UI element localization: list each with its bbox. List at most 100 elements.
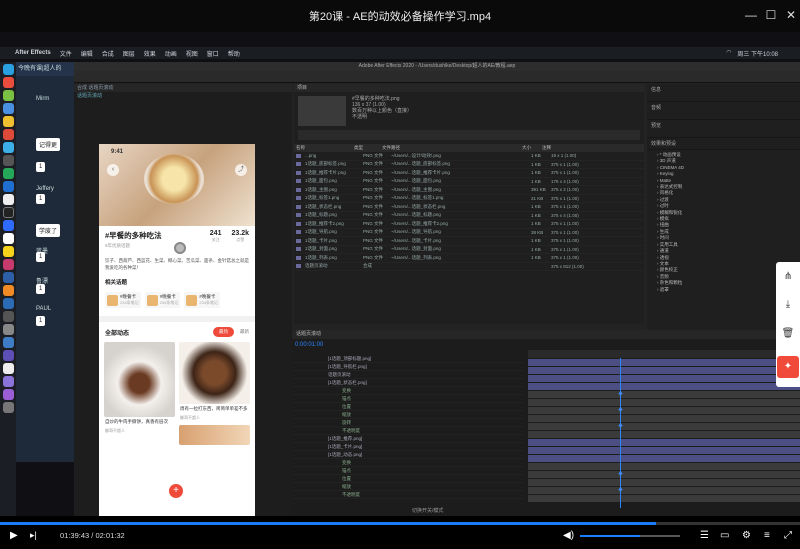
layer-property[interactable]: 位置 xyxy=(292,475,524,483)
dock-app-icon[interactable] xyxy=(2,207,14,218)
layer-row[interactable]: [1话题_动态.png] xyxy=(292,451,524,459)
feed-card[interactable]: 周有一拉打东西，简简单单差不多 御哥不超人 xyxy=(179,342,250,445)
layer-property[interactable]: 不透明度 xyxy=(292,427,524,435)
maximize-icon[interactable]: ☐ xyxy=(762,8,780,22)
dock-app-icon[interactable] xyxy=(2,350,14,361)
layer-property[interactable]: 位置 xyxy=(292,403,524,411)
project-file-row[interactable]: 1话题_标题.png PNG 文件 ~/Users/...话题_标题.png 1 KB… xyxy=(294,212,644,220)
label-color-swatch[interactable] xyxy=(296,153,301,158)
back-icon[interactable]: ‹ xyxy=(107,164,119,176)
project-file-row[interactable]: 话题页滚动 合成 375 x 812 (1.00) xyxy=(294,263,644,271)
layer-duration-bar[interactable] xyxy=(528,431,800,438)
menu-comp[interactable]: 合成 xyxy=(102,49,114,58)
info-panel[interactable]: 信息 xyxy=(647,84,800,102)
dock-app-icon[interactable] xyxy=(2,168,14,179)
layer-property[interactable]: 锚点 xyxy=(292,467,524,475)
layer-property[interactable]: 变换 xyxy=(292,387,524,395)
timeline-tracks[interactable] xyxy=(528,350,800,510)
project-file-row[interactable]: 1话题_封面.png PNG 文件 ~/Users/...话题_封面.png 1 KB… xyxy=(294,246,644,254)
layer-duration-bar[interactable] xyxy=(528,495,800,502)
menu-effect[interactable]: 效果 xyxy=(144,49,156,58)
label-color-swatch[interactable] xyxy=(296,162,301,167)
video-frame[interactable]: After Effects 文件 编辑 合成 图层 效果 动画 视图 窗口 帮助… xyxy=(0,32,800,516)
sort-new-button[interactable]: 最新 xyxy=(240,329,249,335)
speed-icon[interactable]: ≡ xyxy=(764,530,770,541)
app-name[interactable]: After Effects xyxy=(15,50,51,56)
related-card[interactable]: #晚餐卡 234条笔记 xyxy=(184,292,221,308)
play-icon[interactable]: ▶ xyxy=(10,530,18,541)
menu-animation[interactable]: 动画 xyxy=(165,49,177,58)
trash-icon[interactable] xyxy=(2,402,14,413)
skip-next-icon[interactable]: ▸| xyxy=(30,530,37,541)
menu-layer[interactable]: 图层 xyxy=(123,49,135,58)
col-comment[interactable]: 注释 xyxy=(542,145,602,151)
project-file-row[interactable]: 1话题_推荐卡片.png PNG 文件 ~/Users/...话题_推荐卡片.png… xyxy=(294,169,644,178)
layer-row[interactable]: [1话题_卡片.png] xyxy=(292,443,524,451)
layer-row[interactable]: [1话题_顶部标题.png] xyxy=(292,355,524,363)
dock-app-icon[interactable] xyxy=(2,116,14,127)
label-color-swatch[interactable] xyxy=(296,230,301,235)
label-color-swatch[interactable] xyxy=(296,221,301,226)
col-name[interactable]: 名称 xyxy=(294,145,354,151)
related-card[interactable]: #晚餐卡 234条笔记 xyxy=(105,292,141,308)
dock-app-icon[interactable] xyxy=(2,142,14,153)
col-path[interactable]: 文件路径 xyxy=(382,145,522,151)
minimize-icon[interactable]: — xyxy=(742,8,760,22)
layer-duration-bar[interactable] xyxy=(528,447,800,454)
dock-app-icon[interactable] xyxy=(2,194,14,205)
col-size[interactable]: 大小 xyxy=(522,145,542,151)
label-color-swatch[interactable] xyxy=(296,213,301,218)
share-icon[interactable]: ⋔ xyxy=(784,271,792,282)
label-color-swatch[interactable] xyxy=(296,179,301,184)
composition-panel[interactable]: 合成 话题页滚动 话题页滚动 9:41 ‹ ⤴ #早餐的多种吃法 6年优质话题 … xyxy=(74,84,292,516)
layer-row[interactable]: [1话题_导航栏.png] xyxy=(292,363,524,371)
dock-app-icon[interactable] xyxy=(2,324,14,335)
menu-view[interactable]: 视图 xyxy=(186,49,198,58)
layer-property[interactable]: 旋转 xyxy=(292,419,524,427)
layer-duration-bar[interactable] xyxy=(528,487,800,494)
timeline-tab[interactable]: 话题页滚动 xyxy=(292,330,800,339)
effects-panel-title[interactable]: 效果和预设 xyxy=(647,138,800,150)
progress-bar[interactable] xyxy=(0,522,800,525)
delete-icon[interactable]: 🗑 xyxy=(782,328,795,339)
label-color-swatch[interactable] xyxy=(296,247,301,252)
dock-app-icon[interactable] xyxy=(2,337,14,348)
project-file-row[interactable]: 1话题_标签1.png PNG 文件 ~/Users/...话题_标签1.png 21… xyxy=(294,195,644,203)
dock-app-icon[interactable] xyxy=(2,363,14,374)
illustrator-icon[interactable] xyxy=(2,285,14,296)
after-effects-icon[interactable] xyxy=(2,389,14,400)
layer-row[interactable]: [1话题_状态栏.png] xyxy=(292,379,524,387)
layer-duration-bar[interactable] xyxy=(528,391,800,398)
project-file-row[interactable]: 1话题_状态栏.png PNG 文件 ~/Users/...话题_状态栏.png 1 … xyxy=(294,203,644,212)
menu-file[interactable]: 文件 xyxy=(60,49,72,58)
label-color-swatch[interactable] xyxy=(296,264,301,269)
dock-app-icon[interactable] xyxy=(2,90,14,101)
wifi-icon[interactable]: ◠ xyxy=(726,49,731,58)
layer-duration-bar[interactable] xyxy=(528,367,800,374)
layer-duration-bar[interactable] xyxy=(528,479,800,486)
dock-app-icon[interactable] xyxy=(2,64,14,75)
comp-breadcrumb[interactable]: 话题页滚动 xyxy=(74,92,292,100)
layer-property[interactable]: 缩放 xyxy=(292,483,524,491)
preview-panel[interactable]: 预览 xyxy=(647,120,800,138)
playhead[interactable] xyxy=(620,358,621,508)
label-color-swatch[interactable] xyxy=(296,196,301,201)
layer-duration-bar[interactable] xyxy=(528,455,800,462)
label-color-swatch[interactable] xyxy=(296,204,301,209)
dock-app-icon[interactable] xyxy=(2,129,14,140)
project-file-row[interactable]: 1话题_主图.png PNG 文件 ~/Users/...话题_主图.png 391 … xyxy=(294,186,644,195)
label-color-swatch[interactable] xyxy=(296,255,301,260)
feed-card[interactable]: 自炒的牛肉手撕饼，真香有层次 御哥不超人 xyxy=(104,342,175,445)
label-color-swatch[interactable] xyxy=(296,170,301,175)
project-file-row[interactable]: 1话题_底部标签.png PNG 文件 ~/Users/...话题_底部标签.png… xyxy=(294,161,644,169)
layer-duration-bar[interactable] xyxy=(528,359,800,366)
layer-duration-bar[interactable] xyxy=(528,415,800,422)
project-file-row[interactable]: ...png PNG 文件 ~/Users/...设计/动效/.png 1 KB 19 … xyxy=(294,152,644,161)
layer-duration-bar[interactable] xyxy=(528,463,800,470)
sort-hot-button[interactable]: 最热 xyxy=(213,327,234,337)
volume-slider[interactable] xyxy=(580,535,680,537)
photoshop-icon[interactable] xyxy=(2,272,14,283)
label-color-swatch[interactable] xyxy=(296,187,301,192)
layer-duration-bar[interactable] xyxy=(528,439,800,446)
label-color-swatch[interactable] xyxy=(296,238,301,243)
